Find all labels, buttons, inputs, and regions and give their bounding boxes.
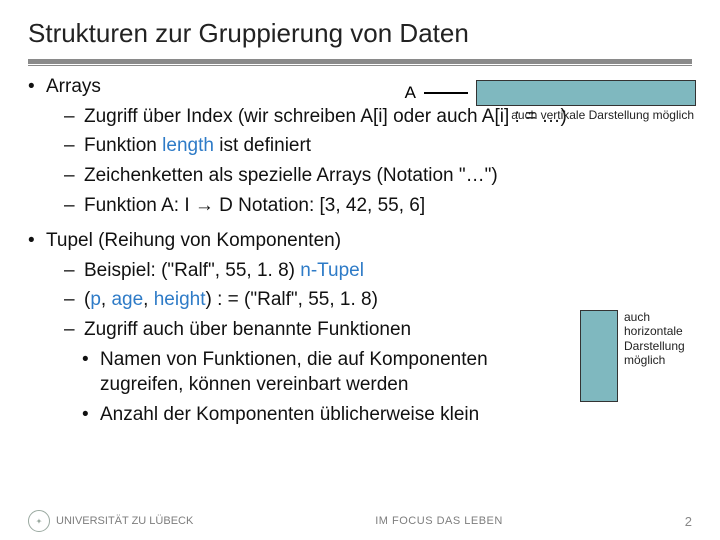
text-sep: , bbox=[143, 289, 154, 310]
keyword-p: p bbox=[90, 289, 101, 310]
page-title: Strukturen zur Gruppierung von Daten bbox=[28, 18, 692, 49]
text-pre: Funktion bbox=[84, 135, 162, 156]
keyword-height: height bbox=[154, 289, 206, 310]
array-item-strings: Zeichenketten als spezielle Arrays (Nota… bbox=[28, 163, 692, 189]
text-post: ist definiert bbox=[214, 135, 311, 156]
tuple-note: auch horizontale Darstellung möglich bbox=[624, 310, 696, 368]
keyword-length: length bbox=[162, 135, 214, 156]
array-a-box bbox=[476, 80, 696, 106]
subbullet-count: Anzahl der Komponenten üblicherweise kle… bbox=[28, 402, 692, 428]
keyword-ntupel: n-Tupel bbox=[300, 260, 364, 281]
arrow-icon: → bbox=[195, 195, 214, 216]
university-seal-icon: ✦ bbox=[28, 510, 50, 532]
tuple-diagram: auch horizontale Darstellung möglich bbox=[580, 310, 696, 402]
bullet-tuple: Tupel (Reihung von Komponenten) bbox=[28, 228, 692, 254]
footer: ✦ UNIVERSITÄT ZU LÜBECK IM FOCUS DAS LEB… bbox=[0, 510, 720, 532]
footer-left: ✦ UNIVERSITÄT ZU LÜBECK bbox=[28, 510, 193, 532]
text-sep: , bbox=[101, 289, 112, 310]
array-a-line bbox=[424, 92, 468, 94]
array-item-length: Funktion length ist definiert bbox=[28, 133, 692, 159]
footer-slogan: IM FOCUS DAS LEBEN bbox=[375, 515, 503, 527]
text-pre: Funktion A: I bbox=[84, 195, 195, 216]
text-post: ) : = ("Ralf", 55, 1. 8) bbox=[206, 289, 378, 310]
university-name: UNIVERSITÄT ZU LÜBECK bbox=[56, 515, 193, 527]
title-underline-thick bbox=[28, 59, 692, 64]
array-item-function-notation: Funktion A: I → D Notation: [3, 42, 55, … bbox=[28, 193, 692, 219]
array-a-note: auch vertikale Darstellung möglich bbox=[511, 108, 694, 122]
title-underline-thin bbox=[28, 65, 692, 66]
tuple-box bbox=[580, 310, 618, 402]
array-a-label: A bbox=[405, 83, 416, 103]
arrays-label: Arrays bbox=[46, 76, 101, 97]
tuple-label: Tupel (Reihung von Komponenten) bbox=[46, 230, 341, 251]
page-number: 2 bbox=[685, 514, 692, 529]
text-pre: Beispiel: ("Ralf", 55, 1. 8) bbox=[84, 260, 300, 281]
tuple-item-example: Beispiel: ("Ralf", 55, 1. 8) n-Tupel bbox=[28, 258, 692, 284]
text-mid: D Notation: [3, 42, 55, 6] bbox=[214, 195, 425, 216]
keyword-age: age bbox=[111, 289, 143, 310]
array-diagram: A auch vertikale Darstellung möglich bbox=[405, 80, 696, 122]
